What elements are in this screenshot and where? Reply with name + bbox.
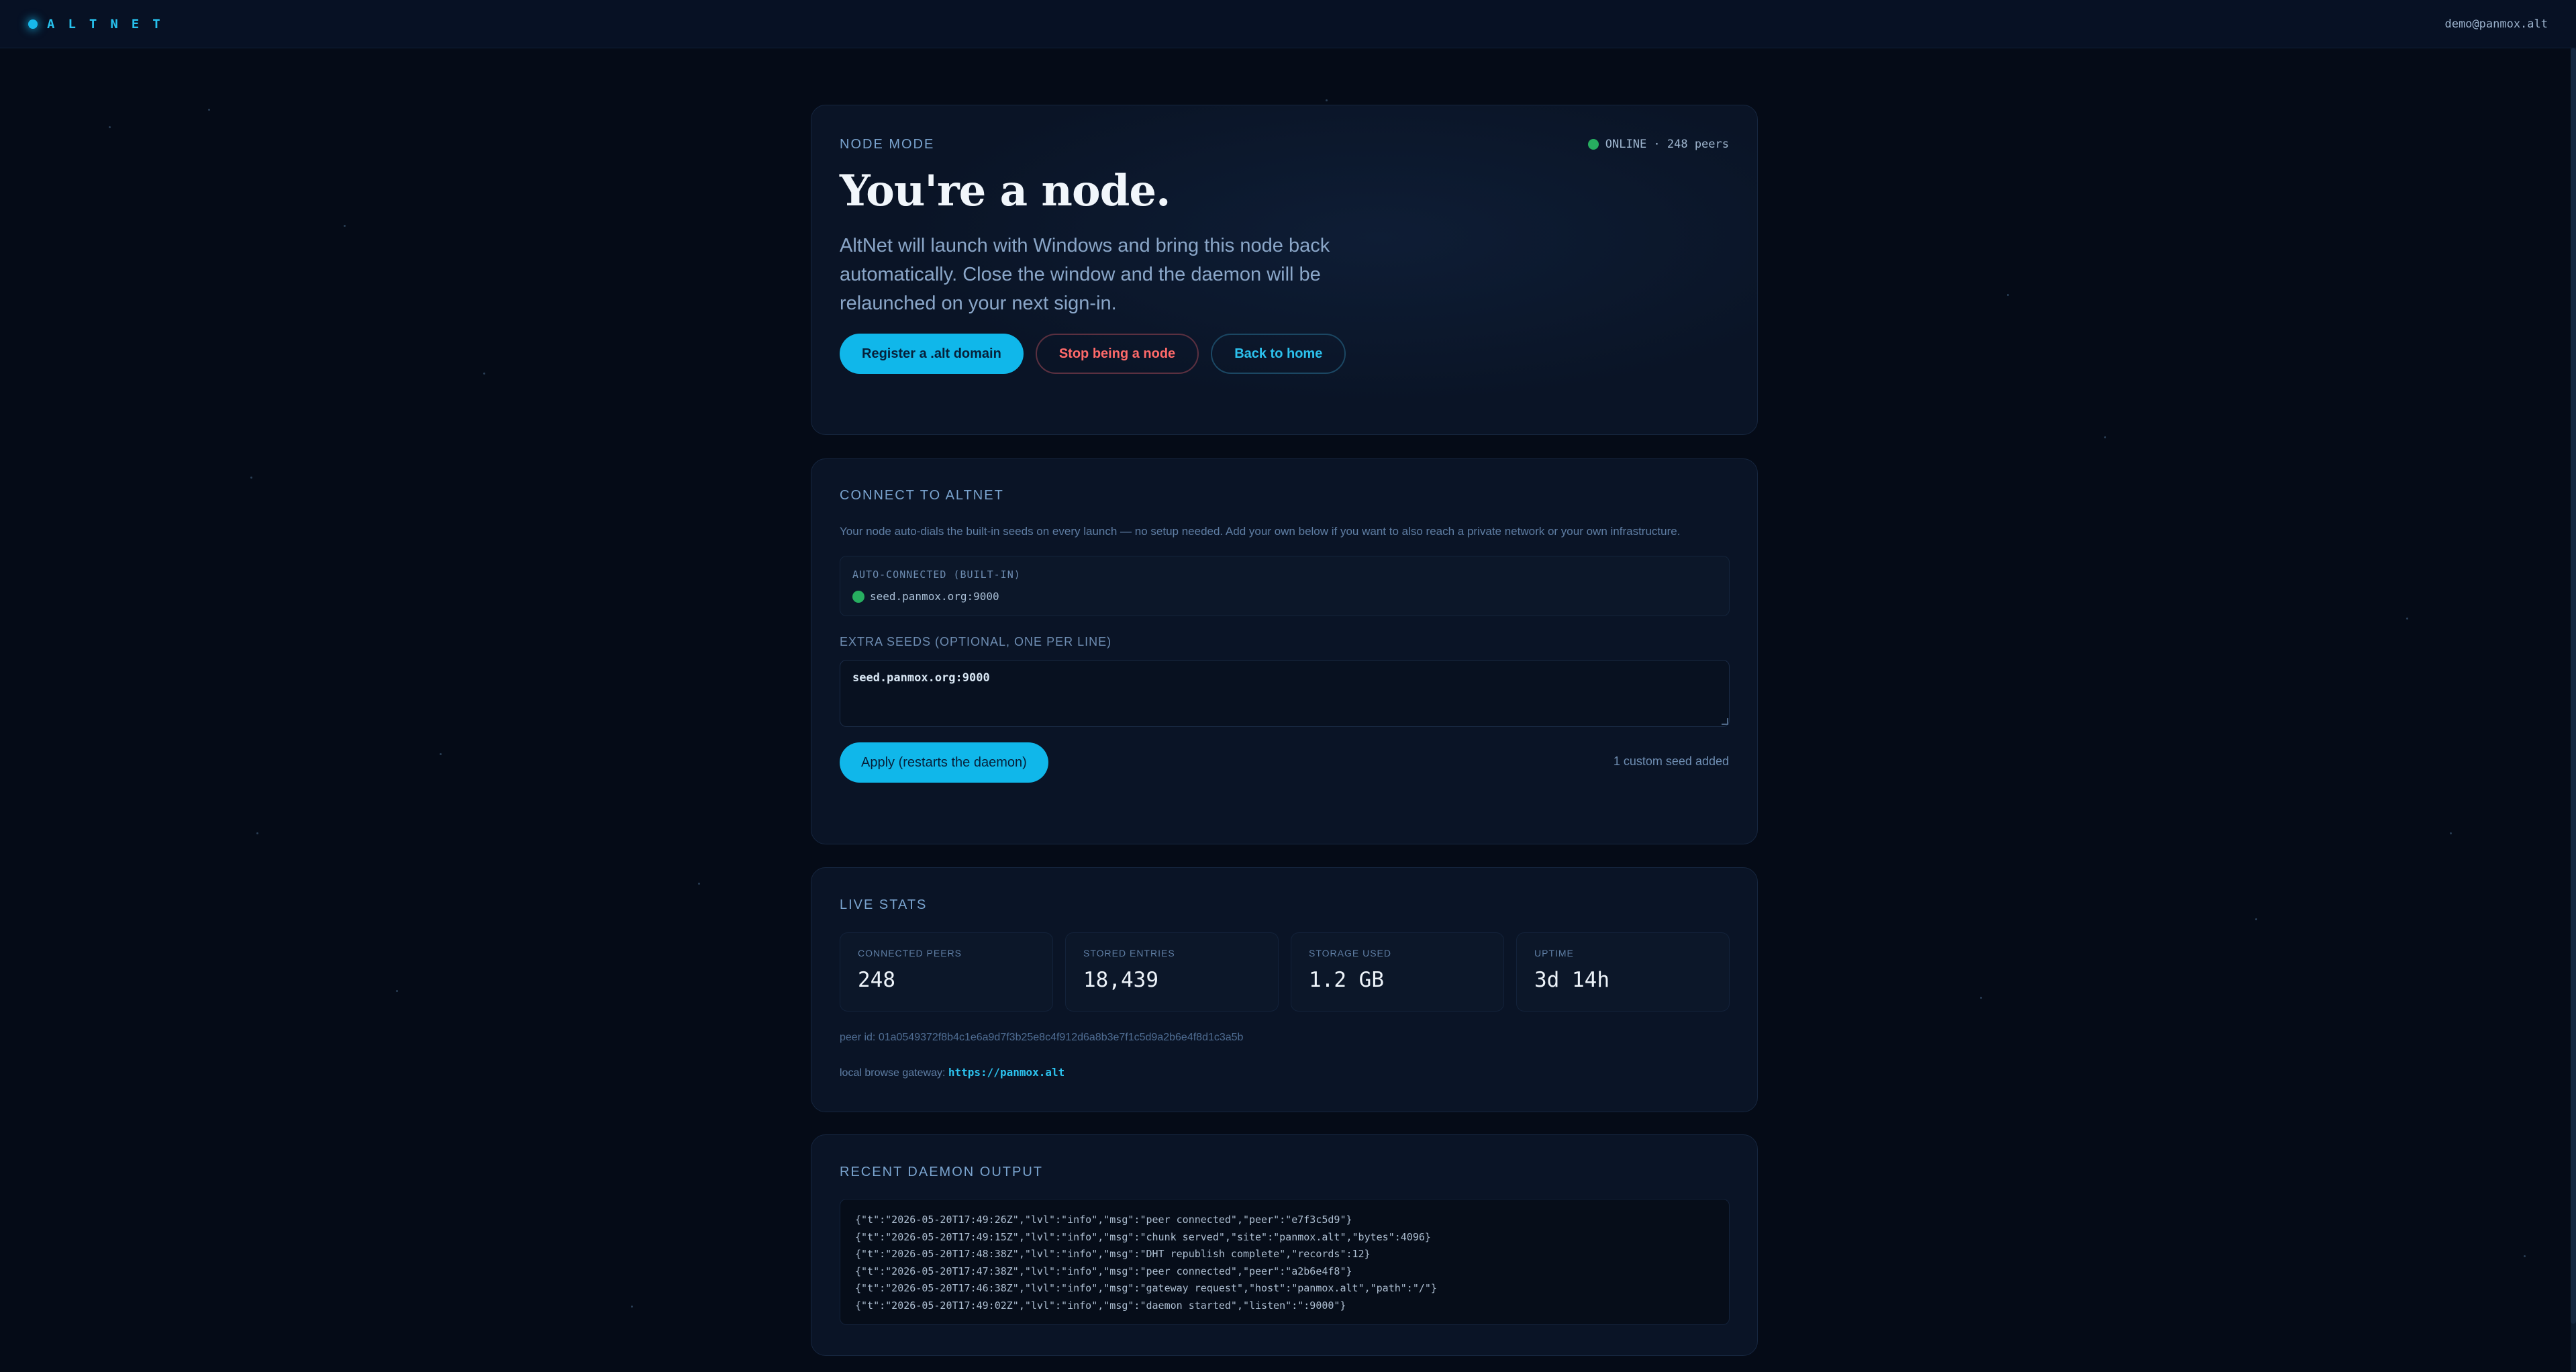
- stat-label: STORED ENTRIES: [1083, 948, 1175, 959]
- node-mode-card: NODE MODE ONLINE · 248 peers You're a no…: [811, 105, 1758, 435]
- gateway-label: local browse gateway:: [840, 1067, 946, 1079]
- custom-seed-count: 1 custom seed added: [1613, 754, 1729, 768]
- daemon-log: {"t":"2026-05-20T17:49:26Z","lvl":"info"…: [840, 1199, 1730, 1325]
- apply-button[interactable]: Apply (restarts the daemon): [840, 742, 1048, 783]
- stat-label: CONNECTED PEERS: [858, 948, 962, 959]
- brand-logo-icon: [28, 19, 38, 29]
- star: [1326, 99, 1328, 101]
- star: [109, 126, 111, 128]
- stat-label: STORAGE USED: [1309, 948, 1391, 959]
- stat-value: 18,439: [1083, 968, 1158, 992]
- section-title-connect: CONNECT TO ALTNET: [840, 488, 1004, 503]
- back-home-button[interactable]: Back to home: [1211, 334, 1346, 374]
- star: [2104, 436, 2106, 438]
- brand-name: ALTNET: [47, 16, 174, 32]
- star: [698, 883, 700, 885]
- node-description: AltNet will launch with Windows and brin…: [840, 235, 1330, 314]
- star: [2406, 618, 2408, 620]
- daemon-output-card: RECENT DAEMON OUTPUT {"t":"2026-05-20T17…: [811, 1134, 1758, 1356]
- auto-connected-box: AUTO-CONNECTED (BUILT-IN) seed.panmox.or…: [840, 556, 1730, 616]
- stat-value: 1.2 GB: [1309, 968, 1384, 992]
- status-text: ONLINE · 248 peers: [1605, 138, 1729, 151]
- gateway-link[interactable]: https://panmox.alt: [948, 1066, 1064, 1079]
- scrollbar-thumb[interactable]: [2571, 48, 2576, 1324]
- star: [2007, 294, 2009, 296]
- star: [344, 225, 346, 227]
- star: [250, 477, 252, 479]
- gateway-info: local browse gateway: https://panmox.alt: [840, 1066, 1064, 1079]
- online-status-icon: [1587, 139, 1599, 150]
- star: [2450, 832, 2452, 834]
- star: [483, 373, 485, 375]
- section-title-live-stats: LIVE STATS: [840, 897, 928, 912]
- stats-grid: CONNECTED PEERS 248 STORED ENTRIES 18,43…: [840, 932, 1730, 1012]
- log-line: {"t":"2026-05-20T17:49:26Z","lvl":"info"…: [855, 1214, 1352, 1226]
- stat-stored-entries: STORED ENTRIES 18,439: [1065, 932, 1279, 1012]
- star: [208, 109, 210, 111]
- peer-id: peer id: 01a0549372f8b4c1e6a9d7f3b25e8c4…: [840, 1032, 1244, 1043]
- log-line: {"t":"2026-05-20T17:49:02Z","lvl":"info"…: [855, 1299, 1346, 1312]
- auto-connected-label: AUTO-CONNECTED (BUILT-IN): [852, 569, 1021, 581]
- star: [440, 753, 442, 755]
- auto-seed-item: seed.panmox.org:9000: [852, 590, 999, 603]
- log-line: {"t":"2026-05-20T17:48:38Z","lvl":"info"…: [855, 1248, 1371, 1260]
- section-title-daemon-output: RECENT DAEMON OUTPUT: [840, 1165, 1043, 1179]
- stat-value: 3d 14h: [1534, 968, 1609, 992]
- stat-uptime: UPTIME 3d 14h: [1516, 932, 1730, 1012]
- user-account[interactable]: demo@panmox.alt: [2444, 17, 2548, 31]
- seed-connected-icon: [852, 590, 864, 603]
- textarea-resize-icon[interactable]: [1722, 718, 1728, 725]
- connect-card: CONNECT TO ALTNET Your node auto-dials t…: [811, 458, 1758, 844]
- brand[interactable]: ALTNET: [28, 17, 174, 32]
- star: [256, 832, 258, 834]
- node-actions: Register a .alt domain Stop being a node…: [840, 334, 1346, 374]
- status-badge: ONLINE · 248 peers: [1587, 138, 1729, 151]
- stat-value: 248: [858, 968, 895, 992]
- extra-seeds-input[interactable]: seed.panmox.org:9000: [840, 660, 1730, 727]
- live-stats-card: LIVE STATS CONNECTED PEERS 248 STORED EN…: [811, 867, 1758, 1112]
- log-line: {"t":"2026-05-20T17:49:15Z","lvl":"info"…: [855, 1230, 1431, 1243]
- star: [631, 1306, 633, 1308]
- stat-label: UPTIME: [1534, 948, 1574, 959]
- section-title-node-mode: NODE MODE: [840, 137, 935, 152]
- star: [396, 990, 398, 992]
- log-line: {"t":"2026-05-20T17:46:38Z","lvl":"info"…: [855, 1282, 1437, 1294]
- stat-storage-used: STORAGE USED 1.2 GB: [1291, 932, 1504, 1012]
- stat-connected-peers: CONNECTED PEERS 248: [840, 932, 1053, 1012]
- register-domain-button[interactable]: Register a .alt domain: [840, 334, 1024, 374]
- connect-help-text: Your node auto-dials the built-in seeds …: [840, 525, 1681, 538]
- stop-node-button[interactable]: Stop being a node: [1035, 334, 1199, 374]
- star: [2524, 1255, 2526, 1257]
- extra-seeds-label: EXTRA SEEDS (OPTIONAL, ONE PER LINE): [840, 635, 1112, 648]
- star: [2255, 918, 2257, 920]
- auto-seed-address: seed.panmox.org:9000: [870, 590, 999, 603]
- star: [1980, 997, 1982, 999]
- top-bar: ALTNET demo@panmox.alt: [0, 0, 2576, 48]
- page-title: You're a node.: [840, 166, 1171, 216]
- log-line: {"t":"2026-05-20T17:47:38Z","lvl":"info"…: [855, 1265, 1352, 1277]
